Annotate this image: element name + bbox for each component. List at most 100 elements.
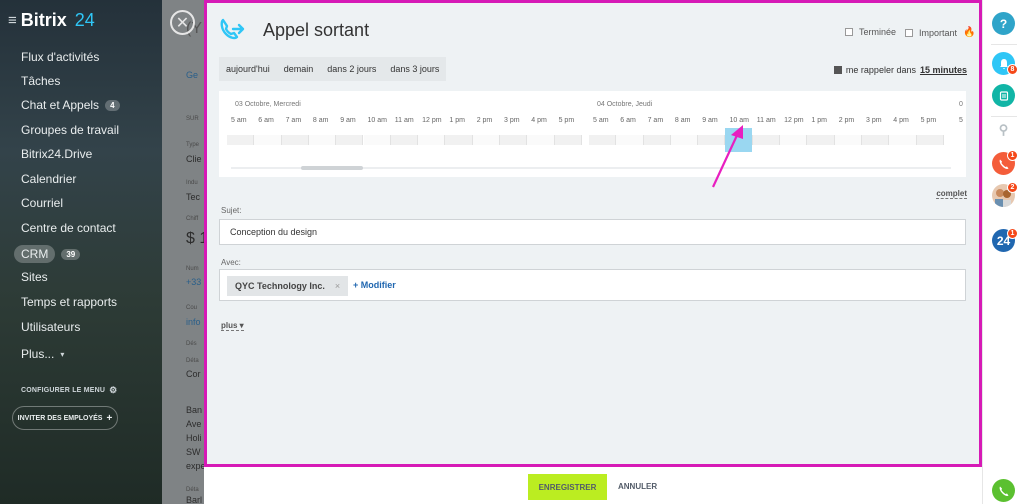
sidebar-item-contact-center[interactable]: Centre de contact <box>21 221 116 235</box>
remove-tag-icon[interactable]: × <box>335 281 340 291</box>
sidebar-item-temps[interactable]: Temps et rapports <box>21 295 117 309</box>
rail-divider <box>991 44 1017 45</box>
plus-toggle-link[interactable]: plus ▾ <box>221 321 244 331</box>
time-cell[interactable] <box>527 135 555 145</box>
time-cell[interactable] <box>889 135 917 145</box>
sidebar-item-crm[interactable]: CRM 39 <box>14 245 81 263</box>
time-cell[interactable] <box>281 135 309 145</box>
time-cell[interactable] <box>363 135 391 145</box>
sidebar-item-chat[interactable]: Chat et Appels 4 <box>21 98 120 112</box>
sidebar-item-plus[interactable]: Plus... ▾ <box>21 347 64 361</box>
close-slider-button[interactable]: ✕ <box>170 10 195 35</box>
configure-menu-link[interactable]: CONFIGURER LE MENU ⚙ <box>21 385 117 396</box>
hour-label: 5 pm <box>920 117 937 124</box>
bg-text: expe <box>186 461 206 471</box>
reminder-setting[interactable]: me rappeler dans 15 minutes <box>833 65 967 75</box>
sidebar-item-groupes[interactable]: Groupes de travail <box>21 123 119 137</box>
save-button[interactable]: ENREGISTRER <box>528 474 607 500</box>
phone-icon <box>999 486 1008 496</box>
brand-logo[interactable]: ≡ Bitrix 24 <box>8 10 95 31</box>
date-2days-link[interactable]: dans 2 jours <box>320 64 383 74</box>
time-cell[interactable] <box>554 135 582 145</box>
sidebar-item-drive[interactable]: Bitrix24.Drive <box>21 147 92 161</box>
sidebar-item-calendrier[interactable]: Calendrier <box>21 172 76 186</box>
reminder-checkbox[interactable] <box>833 66 842 74</box>
checkbox-box[interactable] <box>845 28 853 36</box>
with-field[interactable]: QYC Technology Inc. × + Modifier <box>219 269 966 301</box>
bg-text: Ge <box>186 70 199 80</box>
time-cell[interactable] <box>916 135 944 145</box>
brand-number: 24 <box>74 10 95 30</box>
hour-label: 5 pm <box>558 117 575 124</box>
hour-label: 8 am <box>674 117 691 124</box>
time-cell[interactable] <box>643 135 671 145</box>
bg-text: Chiff <box>186 216 199 222</box>
sidebar-item-label: Flux d'activités <box>21 50 100 64</box>
sidebar-item-label: Temps et rapports <box>21 295 118 309</box>
menu-burger-icon[interactable]: ≡ <box>8 12 17 29</box>
sidebar-item-courriel[interactable]: Courriel <box>21 196 63 210</box>
date-tomorrow-link[interactable]: demain <box>277 64 321 74</box>
time-cell[interactable] <box>670 135 699 145</box>
close-icon: ✕ <box>175 14 190 32</box>
time-cell[interactable] <box>336 135 364 145</box>
bg-text: Déta <box>186 487 199 493</box>
hour-label: 1 pm <box>449 117 465 124</box>
sidebar-item-label: Groupes de travail <box>21 123 120 137</box>
time-cell[interactable] <box>616 135 644 145</box>
time-cell[interactable] <box>752 135 781 145</box>
hour-label: 6 am <box>258 117 274 124</box>
bg-text: Holi <box>186 433 202 443</box>
terminee-checkbox[interactable]: Terminée <box>845 27 896 37</box>
time-cell[interactable] <box>780 135 808 145</box>
day-label-3: 0 <box>959 101 963 108</box>
time-cell[interactable] <box>227 135 255 145</box>
time-cell[interactable] <box>472 135 500 145</box>
hour-label: 7 am <box>647 117 664 124</box>
plus-icon: + <box>106 412 113 424</box>
sidebar-item-taches[interactable]: Tâches <box>21 74 60 88</box>
reminder-value-dropdown[interactable]: 15 minutes <box>920 65 967 75</box>
subject-input[interactable]: Conception du design <box>219 219 966 245</box>
sidebar-item-utilisateurs[interactable]: Utilisateurs <box>21 320 80 334</box>
chat-count-badge: 2 <box>1007 182 1018 193</box>
sidebar-item-flux[interactable]: Flux d'activités <box>21 50 99 64</box>
bg-text: Type <box>186 142 200 148</box>
time-cell[interactable] <box>500 135 528 145</box>
notifications-count-badge: 8 <box>1007 64 1018 75</box>
complet-link[interactable]: complet <box>936 189 967 199</box>
search-button[interactable]: ⚲ <box>992 118 1015 141</box>
date-today-link[interactable]: aujourd'hui <box>219 64 277 74</box>
help-button[interactable]: ? <box>992 12 1015 35</box>
sidebar-item-label: CRM <box>14 245 56 263</box>
time-cell[interactable] <box>834 135 862 145</box>
gear-icon: ⚙ <box>109 385 118 395</box>
panel-header: Appel sortant Terminée Important 🔥 <box>207 3 979 47</box>
checkbox-box[interactable] <box>905 28 913 37</box>
bg-text: Déta <box>186 358 199 364</box>
important-checkbox[interactable]: Important 🔥 <box>905 27 975 38</box>
time-cell[interactable] <box>308 135 337 145</box>
timeman-button[interactable] <box>992 84 1015 107</box>
time-cell[interactable] <box>862 135 890 145</box>
time-cell[interactable] <box>445 135 473 145</box>
calls-count-badge: 1 <box>1007 150 1018 161</box>
time-cell[interactable] <box>418 135 446 145</box>
help-icon: ? <box>999 16 1008 31</box>
time-cell[interactable] <box>254 135 282 145</box>
time-planner[interactable]: 03 Octobre, Mercredi 04 Octobre, Jeudi 0… <box>219 91 966 177</box>
company-tag[interactable]: QYC Technology Inc. × <box>227 276 349 296</box>
background-page: (Y Ge SUR Type Clie Indu Tec Chiff $ 1 N… <box>162 0 206 504</box>
cancel-button[interactable]: ANNULER <box>618 482 657 491</box>
time-cell[interactable] <box>390 135 419 145</box>
bg-text: info <box>186 317 201 327</box>
phone-dialer-button[interactable] <box>992 479 1015 502</box>
modifier-link[interactable]: + Modifier <box>353 280 396 290</box>
timeline-scrollbar-thumb[interactable] <box>301 166 363 170</box>
date-3days-link[interactable]: dans 3 jours <box>383 64 446 74</box>
sidebar-item-sites[interactable]: Sites <box>21 270 48 284</box>
day-label-2: 04 Octobre, Jeudi <box>597 101 653 108</box>
invite-employees-button[interactable]: INVITER DES EMPLOYÉS + <box>12 406 118 430</box>
time-cell[interactable] <box>807 135 835 145</box>
time-cell[interactable] <box>589 135 617 145</box>
